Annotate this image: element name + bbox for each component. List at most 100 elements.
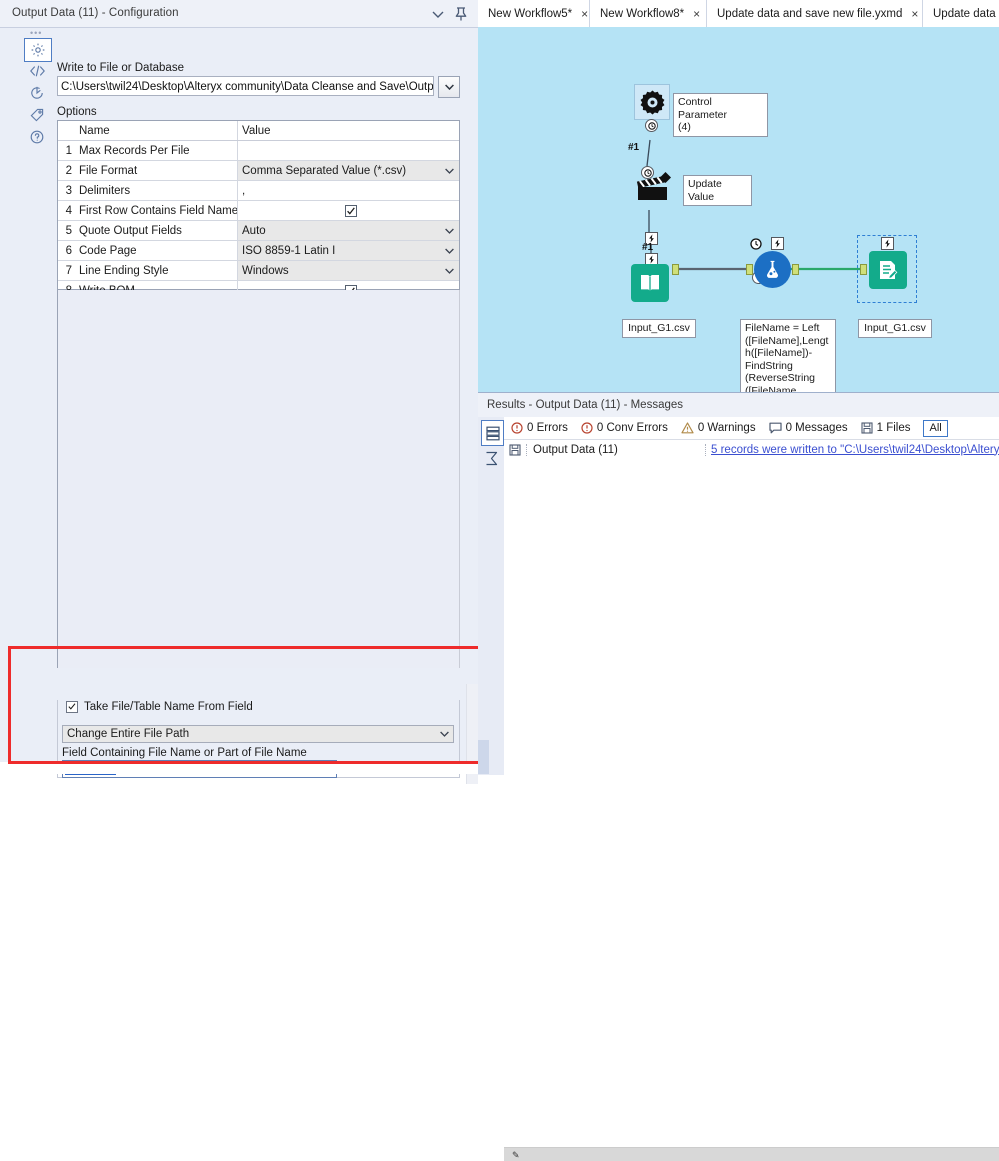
results-panel: Results - Output Data (11) - Messages 0 …	[478, 392, 999, 1161]
page-title: Output Data (11) - Configuration	[12, 7, 179, 19]
row-number: 4	[58, 200, 75, 221]
row-name: Code Page	[75, 240, 238, 261]
stat-messages[interactable]: 0 Messages	[768, 422, 848, 434]
stat-files-label: 1 Files	[876, 422, 911, 434]
results-icon-rail	[478, 417, 504, 775]
stat-errors-label: 0 Errors	[527, 422, 568, 434]
error-icon	[511, 422, 523, 434]
checkbox-checked-icon[interactable]	[66, 700, 78, 713]
filter-all-button[interactable]: All	[923, 419, 948, 437]
formula-badge-lightning-icon	[771, 237, 784, 250]
input-output-anchor[interactable]	[672, 264, 679, 275]
row-number: 7	[58, 260, 75, 281]
results-left-edge	[478, 740, 489, 774]
formula-output-anchor[interactable]	[792, 264, 799, 275]
results-toolbar: 0 Errors 0 Conv Errors 0 Warnings 0 Mess…	[504, 417, 999, 440]
output-badge-lightning-icon	[881, 237, 894, 250]
row-number: 3	[58, 180, 75, 201]
results-horizontal-scrollbar[interactable]: ✎	[504, 1147, 999, 1161]
close-icon[interactable]: ×	[693, 8, 700, 20]
tab-new-workflow5[interactable]: New Workflow5* ×	[478, 0, 590, 27]
close-icon[interactable]: ×	[581, 8, 588, 20]
gear-tool-icon[interactable]	[634, 84, 670, 120]
table-row: 7 Line Ending Style Windows	[58, 260, 459, 281]
message-text-link[interactable]: 5 records were written to "C:\Users\twil…	[706, 444, 999, 456]
flask-formula-tool-icon[interactable]	[754, 251, 791, 288]
warning-icon	[681, 422, 694, 434]
row-value[interactable]: Windows	[237, 260, 459, 281]
chevron-down-icon[interactable]	[429, 5, 447, 23]
formula-label[interactable]: FileName = Left ([FileName],Lengt h([Fil…	[740, 319, 836, 392]
file-path-dropdown-button[interactable]	[438, 76, 460, 98]
table-row: 4 First Row Contains Field Names	[58, 200, 459, 221]
config-bottom-strip	[0, 762, 478, 774]
checkbox-checked-icon[interactable]	[344, 204, 357, 217]
row-name: File Format	[75, 160, 238, 181]
row-value[interactable]: Auto	[237, 220, 459, 241]
conv-error-icon	[581, 422, 593, 434]
message-icon	[768, 422, 782, 434]
workflow-tab-strip: New Workflow5* × New Workflow8* × Update…	[478, 0, 999, 27]
pin-icon[interactable]	[452, 5, 470, 23]
row-name: Delimiters	[75, 180, 238, 201]
tab-label: Update data an	[933, 7, 999, 20]
row-value-text: Windows	[242, 264, 289, 277]
row-value[interactable]: ISO 8859-1 Latin I	[237, 240, 459, 261]
chevron-down-icon	[445, 265, 454, 277]
clapperboard-tool-icon[interactable]	[636, 170, 676, 208]
row-value[interactable]: Comma Separated Value (*.csv)	[237, 160, 459, 181]
options-table-empty-area	[57, 290, 460, 668]
workflow-canvas[interactable]: Control Parameter (4) #1 Update Value #1…	[478, 27, 999, 392]
row-value[interactable]: ,	[237, 180, 459, 201]
table-row: 1 Max Records Per File	[58, 140, 459, 161]
table-row: 2 File Format Comma Separated Value (*.c…	[58, 160, 459, 181]
row-name: Quote Output Fields	[75, 220, 238, 241]
tab-new-workflow8[interactable]: New Workflow8* ×	[590, 0, 707, 27]
row-value[interactable]	[237, 140, 459, 161]
tab-label: Update data and save new file.yxmd	[717, 7, 903, 20]
output-tool-icon[interactable]	[869, 251, 907, 289]
col-header-value: Value	[237, 121, 459, 141]
stat-files[interactable]: 1 Files	[861, 422, 911, 434]
message-tool-name: Output Data (11)	[526, 443, 706, 456]
options-label: Options	[57, 106, 97, 118]
formula-input-anchor[interactable]	[746, 264, 753, 275]
output-csv-label[interactable]: Input_G1.csv	[858, 319, 932, 338]
configuration-titlebar: Output Data (11) - Configuration	[0, 0, 478, 28]
update-value-label[interactable]: Update Value	[683, 175, 752, 206]
options-table: Name Value 1 Max Records Per File 2 File…	[57, 120, 460, 301]
table-row: 6 Code Page ISO 8859-1 Latin I	[58, 240, 459, 261]
stat-conv-errors-label: 0 Conv Errors	[596, 422, 668, 434]
file-path-input[interactable]: C:\Users\twil24\Desktop\Alteryx communit…	[57, 76, 434, 96]
summary-icon[interactable]	[481, 446, 502, 470]
results-message-row[interactable]: Output Data (11) 5 records were written …	[504, 440, 999, 459]
close-icon[interactable]: ×	[911, 8, 918, 20]
tab-label: New Workflow5*	[488, 7, 573, 20]
stat-warnings[interactable]: 0 Warnings	[681, 422, 756, 434]
config-body: Write to File or Database C:\Users\twil2…	[0, 28, 478, 784]
chevron-down-icon	[444, 84, 454, 90]
book-input-tool-icon[interactable]	[631, 264, 669, 302]
row-name: Max Records Per File	[75, 140, 238, 161]
table-row: 3 Delimiters ,	[58, 180, 459, 201]
write-to-file-label: Write to File or Database	[57, 62, 184, 74]
tab-label: New Workflow8*	[600, 7, 685, 20]
input-csv-label[interactable]: Input_G1.csv	[622, 319, 696, 338]
control-parameter-label[interactable]: Control Parameter (4)	[673, 93, 768, 137]
results-titlebar: Results - Output Data (11) - Messages	[478, 393, 999, 418]
tab-update-data-yxmd[interactable]: Update data and save new file.yxmd ×	[707, 0, 923, 27]
row-value-text: Auto	[242, 224, 266, 237]
field-containing-label: Field Containing File Name or Part of Fi…	[62, 747, 307, 759]
chevron-down-icon	[445, 245, 454, 257]
messages-icon[interactable]	[481, 420, 504, 446]
formula-badge-clock-icon	[750, 238, 762, 250]
connection-label-2: #1	[642, 242, 654, 253]
output-input-anchor[interactable]	[860, 264, 867, 275]
stat-conv-errors[interactable]: 0 Conv Errors	[581, 422, 668, 434]
row-value[interactable]	[237, 200, 459, 221]
take-filename-checkbox[interactable]: Take File/Table Name From Field	[62, 700, 257, 713]
filepath-mode-select[interactable]: Change Entire File Path	[62, 725, 454, 743]
stat-errors[interactable]: 0 Errors	[511, 422, 568, 434]
tab-update-data-partial[interactable]: Update data an	[923, 0, 999, 27]
row-value-text: Comma Separated Value (*.csv)	[242, 164, 407, 177]
